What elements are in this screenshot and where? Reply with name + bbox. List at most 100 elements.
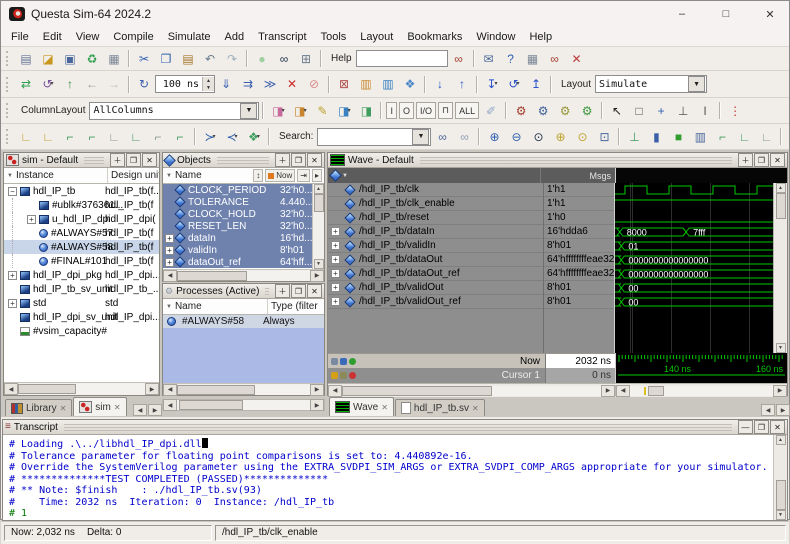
clear-filter-icon[interactable]: ✐ bbox=[481, 101, 501, 120]
panel-add-button[interactable]: ＋ bbox=[110, 153, 125, 167]
forward-icon[interactable]: → bbox=[104, 75, 124, 94]
step-current-icon[interactable]: ↥ bbox=[526, 75, 546, 94]
scroll-left-icon[interactable]: ◀ bbox=[328, 385, 342, 397]
expander-icon[interactable]: + bbox=[165, 246, 174, 255]
step-into-icon[interactable]: ↓ bbox=[430, 75, 450, 94]
cursor-label[interactable]: Cursor 1 bbox=[356, 370, 545, 381]
scroll-right-icon[interactable]: ▶ bbox=[310, 384, 324, 396]
scroll-down-icon[interactable]: ▼ bbox=[776, 343, 786, 353]
layout-select[interactable]: Simulate▼ bbox=[595, 75, 707, 93]
search-down-icon[interactable]: ∞ bbox=[432, 127, 452, 146]
filter-internal-button[interactable]: ⊓ bbox=[438, 102, 453, 119]
filter-input-button[interactable]: I bbox=[386, 102, 397, 119]
tree-row[interactable]: #ublk#376361...hdl_IP_tb(f bbox=[4, 198, 159, 212]
instance-column-header[interactable]: ▼ Instance bbox=[4, 168, 108, 183]
goto-last-icon[interactable]: ⇥ bbox=[297, 169, 310, 182]
scroll-right-icon[interactable]: ▶ bbox=[773, 385, 787, 397]
chevron-down-icon[interactable]: ▾ bbox=[495, 81, 498, 87]
objects-hscrollbar[interactable]: ◀ ▶ bbox=[163, 269, 324, 281]
wave-edit-icon[interactable]: ∟ bbox=[104, 127, 124, 146]
tree-row[interactable]: #ALWAYS#57hdl_IP_tb(f bbox=[4, 226, 159, 240]
zoom-mode-icon[interactable]: □ bbox=[629, 101, 649, 120]
break-icon[interactable]: ✕ bbox=[282, 75, 302, 94]
tab-sim[interactable]: sim✕ bbox=[73, 397, 126, 416]
show-full-icon[interactable]: ■ bbox=[668, 127, 688, 146]
prev-transition-icon[interactable]: ⇤ bbox=[786, 127, 790, 146]
expander-icon[interactable]: + bbox=[331, 227, 340, 236]
wave-signal-row[interactable]: +/hdl_IP_tb/validOut_ref bbox=[328, 295, 543, 309]
column-layout-select[interactable]: AllColumns▼ bbox=[89, 102, 259, 120]
menu-add[interactable]: Add bbox=[218, 29, 252, 45]
chevron-down-icon[interactable]: ▾ bbox=[257, 134, 260, 140]
pan-mode-icon[interactable]: + bbox=[651, 101, 671, 120]
close-tab-icon[interactable]: ✕ bbox=[381, 403, 388, 412]
chevron-down-icon[interactable]: ▼ bbox=[240, 103, 257, 119]
panel-drag-handle[interactable] bbox=[64, 424, 732, 431]
msgs-column-header[interactable]: Msgs bbox=[540, 168, 615, 183]
toolbar-handle[interactable] bbox=[6, 51, 11, 66]
memory-icon[interactable]: ▥ bbox=[378, 75, 398, 94]
wave-signal-row[interactable]: /hdl_IP_tb/clk bbox=[328, 183, 543, 197]
monitor-icon[interactable] bbox=[340, 358, 347, 365]
filter-inout-button[interactable]: I/O bbox=[416, 102, 436, 119]
edit-cursor-icon[interactable] bbox=[331, 358, 338, 365]
minimize-button[interactable]: – bbox=[663, 1, 701, 27]
scroll-left-icon[interactable]: ◀ bbox=[163, 384, 177, 396]
stop-drawing-icon[interactable]: ⋮ bbox=[725, 101, 745, 120]
scroll-down-icon[interactable]: ▼ bbox=[776, 510, 786, 520]
wave-signal-row[interactable]: +/hdl_IP_tb/validOut bbox=[328, 281, 543, 295]
expander-icon[interactable]: + bbox=[165, 258, 174, 267]
wave-edit-icon[interactable]: ∟ bbox=[126, 127, 146, 146]
menu-file[interactable]: File bbox=[4, 29, 36, 45]
scroll-left-icon[interactable]: ◀ bbox=[616, 385, 630, 397]
sort-icon[interactable]: ↕ bbox=[253, 169, 263, 182]
search-input[interactable]: ▼ bbox=[317, 128, 431, 146]
panel-undock-button[interactable]: ❐ bbox=[754, 153, 769, 167]
expander-icon[interactable]: + bbox=[165, 234, 174, 243]
insert-time-icon[interactable]: ❖▾ bbox=[244, 127, 264, 146]
waveform-row[interactable]: 0000000000000000 bbox=[615, 253, 773, 267]
runtime-config-icon[interactable]: ⚙ bbox=[577, 101, 597, 120]
tab-wave[interactable]: Wave✕ bbox=[329, 397, 394, 416]
wave-edit-icon[interactable]: ⌐ bbox=[148, 127, 168, 146]
tree-row[interactable]: #vsim_capacity# bbox=[4, 324, 159, 338]
tree-row[interactable]: +hdl_IP_dpi_pkghdl_IP_dpi... bbox=[4, 268, 159, 282]
chevron-down-icon[interactable]: ▾ bbox=[282, 108, 285, 114]
open-icon[interactable]: ◪ bbox=[38, 49, 58, 68]
run-continue-icon[interactable]: ⇉ bbox=[238, 75, 258, 94]
scroll-right-icon[interactable]: ▶ bbox=[145, 383, 159, 395]
objects-list[interactable]: CLOCK_PERIOD32'h0...TOLERANCE4.440...CLO… bbox=[163, 184, 312, 269]
close-tab-icon[interactable]: ✕ bbox=[114, 403, 121, 412]
type-column-header[interactable]: Type (filter bbox=[268, 299, 324, 314]
filter-icon[interactable]: ▼ bbox=[7, 173, 13, 179]
waveform-row[interactable] bbox=[615, 197, 773, 211]
timeline-ruler[interactable]: 140 ns160 ns bbox=[615, 353, 787, 383]
run-length-input[interactable]: 100 ns▲▼ bbox=[155, 75, 215, 93]
zoom-in-icon[interactable]: ⊕ bbox=[484, 127, 504, 146]
filter-all-button[interactable]: ALL bbox=[455, 102, 479, 119]
wave-signal-names[interactable]: /hdl_IP_tb/clk/hdl_IP_tb/clk_enable/hdl_… bbox=[328, 183, 543, 353]
menu-layout[interactable]: Layout bbox=[353, 29, 400, 45]
wave-signal-values[interactable]: 1'h11'h11'h016'hdda68'h0164'hffffffffeae… bbox=[543, 183, 614, 353]
stop-icon[interactable]: ⊘ bbox=[304, 75, 324, 94]
expander-icon[interactable]: + bbox=[331, 241, 340, 250]
paste-icon[interactable]: ▤ bbox=[178, 49, 198, 68]
design-unit-column-header[interactable]: Design unit bbox=[108, 168, 159, 183]
objects-row[interactable]: TOLERANCE4.440... bbox=[163, 196, 312, 208]
undo-icon[interactable]: ↶ bbox=[200, 49, 220, 68]
panel-close-button[interactable]: ✕ bbox=[307, 284, 322, 298]
scroll-left-icon[interactable]: ◀ bbox=[4, 383, 18, 395]
chevron-down-icon[interactable]: ▼ bbox=[412, 129, 429, 145]
name-column-header[interactable]: ▼ Name bbox=[163, 168, 253, 183]
expander-icon[interactable]: − bbox=[8, 187, 17, 196]
scroll-right-icon[interactable]: ▶ bbox=[310, 399, 324, 411]
ibeam-mode-icon[interactable]: I bbox=[695, 101, 715, 120]
processes-list[interactable]: #ALWAYS#58Always bbox=[163, 315, 324, 383]
chevron-down-icon[interactable]: ▼ bbox=[342, 173, 348, 179]
new-file-icon[interactable]: ▤ bbox=[16, 49, 36, 68]
menu-window[interactable]: Window bbox=[469, 29, 522, 45]
support-icon[interactable]: ? bbox=[501, 49, 521, 68]
transcript-vscrollbar[interactable]: ▲ ▼ bbox=[773, 435, 787, 520]
add-selected-icon[interactable]: ◨▾ bbox=[268, 101, 288, 120]
wave-canvas[interactable]: 80007fff01000000000000000000000000000000… bbox=[614, 183, 773, 353]
